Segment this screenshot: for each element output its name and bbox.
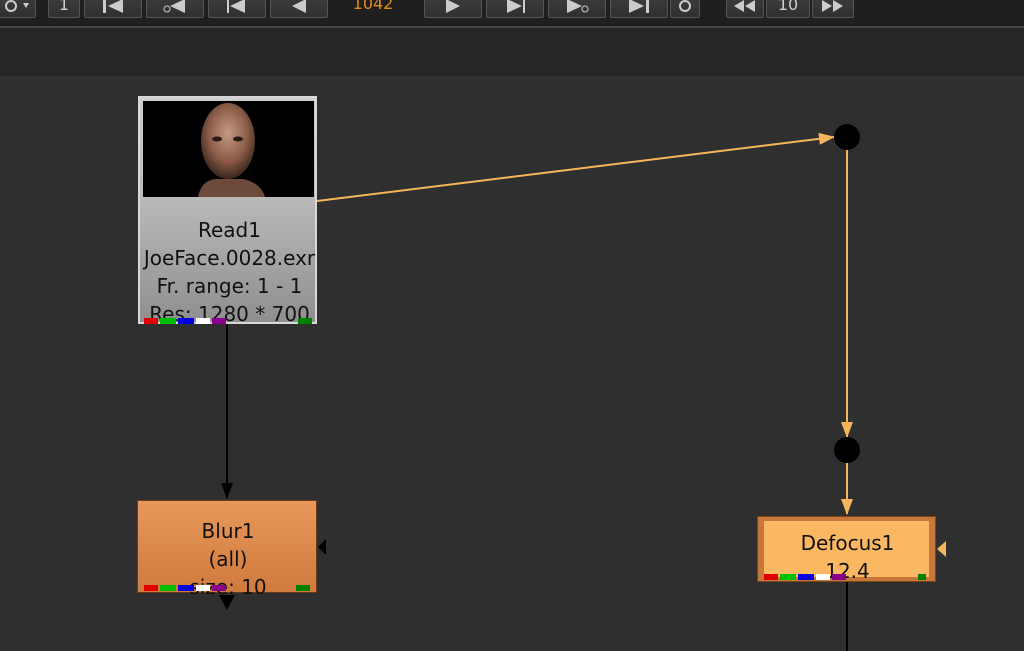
edge-read-to-dot[interactable] (316, 132, 835, 202)
channel-red (764, 574, 778, 580)
read-node-frame-range: Fr. range: 1 - 1 (156, 274, 303, 298)
channel-other (832, 574, 846, 580)
face-thumbnail-image (143, 101, 314, 197)
channel-blue (178, 585, 194, 591)
channel-mask (918, 574, 926, 580)
blur-mask-input[interactable] (318, 539, 326, 555)
channel-red (144, 318, 158, 324)
defocus-node[interactable]: Defocus1 12.4 (757, 516, 936, 583)
channel-other (212, 318, 226, 324)
channel-mask (296, 585, 310, 591)
channel-mask (298, 318, 312, 324)
dot-node-top[interactable] (834, 124, 860, 150)
read-node-file: JoeFace.0028.exr (143, 246, 316, 270)
read-thumbnail (143, 101, 314, 197)
channel-alpha (196, 318, 210, 324)
channel-red (144, 585, 158, 591)
channel-blue (178, 318, 194, 324)
channel-alpha (816, 574, 830, 580)
blur-node-channels: (all) (208, 547, 248, 571)
defocus-node-value: 12.4 (825, 559, 870, 583)
blur-node[interactable]: Blur1 (all) size: 10 (137, 500, 317, 599)
channel-alpha (196, 585, 210, 591)
defocus-mask-input[interactable] (937, 541, 946, 557)
channel-blue (798, 574, 814, 580)
channel-green (160, 585, 176, 591)
channel-green (160, 318, 176, 324)
defocus-node-name: Defocus1 (800, 531, 895, 555)
channel-other (212, 585, 226, 591)
read-node-name: Read1 (198, 218, 261, 242)
read-node[interactable]: Read1 JoeFace.0028.exr Fr. range: 1 - 1 … (138, 96, 317, 326)
blur-node-name: Blur1 (201, 519, 255, 543)
dot-node-bottom[interactable] (834, 437, 860, 463)
channel-green (780, 574, 796, 580)
read-node-text: Read1 JoeFace.0028.exr Fr. range: 1 - 1 … (126, 216, 333, 328)
